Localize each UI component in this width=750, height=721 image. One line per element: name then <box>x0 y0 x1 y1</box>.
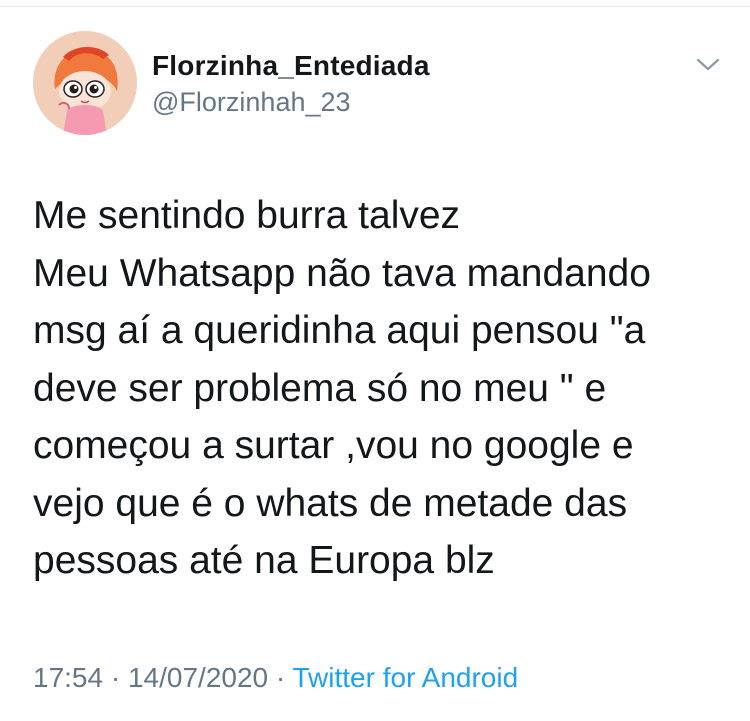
tweet-text-line: Me sentindo burra talvez <box>33 194 461 237</box>
tweet-text-line: pessoas até na Europa blz <box>33 539 495 582</box>
tweet-text: Me sentindo burra talvez Meu Whatsapp nã… <box>33 187 723 590</box>
tweet-text-line: começou a surtar ,vou no google e <box>33 424 634 467</box>
tweet-meta: 17:54 · 14/07/2020 · Twitter for Android <box>33 662 518 694</box>
powerpuff-blossom-avatar-icon <box>33 31 137 135</box>
meta-separator: · <box>103 662 128 693</box>
chevron-down-icon[interactable] <box>693 52 723 76</box>
top-divider <box>0 6 750 7</box>
tweet-text-line: deve ser problema só no meu " e <box>33 366 607 410</box>
author-display-name[interactable]: Florzinha_Entediada <box>152 50 430 82</box>
avatar[interactable] <box>33 31 137 135</box>
author-handle[interactable]: @Florzinhah_23 <box>152 87 351 118</box>
tweet-date[interactable]: 14/07/2020 <box>128 662 268 693</box>
tweet-source-link[interactable]: Twitter for Android <box>293 662 519 693</box>
tweet-text-line: Meu Whatsapp não tava mandando <box>33 251 651 295</box>
meta-separator: · <box>268 662 293 693</box>
tweet-time[interactable]: 17:54 <box>33 662 103 693</box>
tweet-text-line: msg aí a queridinha aqui pensou "a <box>33 309 646 352</box>
tweet-text-line: vejo que é o whats de metade das <box>33 481 628 525</box>
